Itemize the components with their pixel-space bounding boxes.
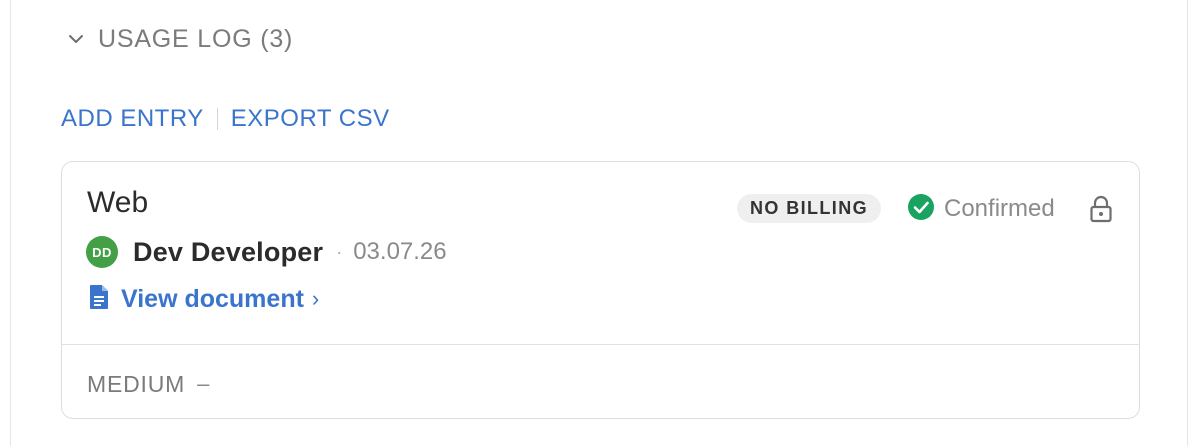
view-document-link[interactable]: View document › xyxy=(89,282,319,316)
meta-separator: · xyxy=(336,241,343,262)
document-icon xyxy=(89,284,109,315)
status-indicator: Confirmed xyxy=(908,193,1055,225)
author-row: DD Dev Developer · 03.07.26 xyxy=(86,235,447,269)
author-name: Dev Developer xyxy=(133,236,324,267)
add-entry-link[interactable]: ADD ENTRY xyxy=(61,105,204,133)
priority-value: – xyxy=(197,371,210,396)
billing-badge: NO BILLING xyxy=(737,194,881,223)
chevron-down-icon[interactable] xyxy=(66,29,86,49)
priority-row: MEDIUM – xyxy=(87,367,209,401)
check-circle-icon xyxy=(908,193,934,225)
lock-icon[interactable] xyxy=(1088,195,1114,223)
view-document-label: View document xyxy=(121,284,304,313)
priority-label: MEDIUM xyxy=(87,370,186,397)
entry-date: 03.07.26 xyxy=(353,238,447,265)
section-title: USAGE LOG (3) xyxy=(98,24,294,53)
export-csv-link[interactable]: EXPORT CSV xyxy=(231,105,390,133)
chevron-right-icon: › xyxy=(311,286,320,311)
status-label: Confirmed xyxy=(944,195,1055,222)
card-divider xyxy=(62,344,1139,345)
action-bar: ADD ENTRY EXPORT CSV xyxy=(61,102,390,136)
action-separator xyxy=(216,108,218,130)
entry-title: Web xyxy=(87,186,149,219)
usage-log-section-toggle[interactable]: USAGE LOG (3) xyxy=(66,22,293,56)
avatar: DD xyxy=(86,236,118,268)
usage-entry-card: Web NO BILLING Confirmed DD Dev Develope… xyxy=(61,161,1140,419)
